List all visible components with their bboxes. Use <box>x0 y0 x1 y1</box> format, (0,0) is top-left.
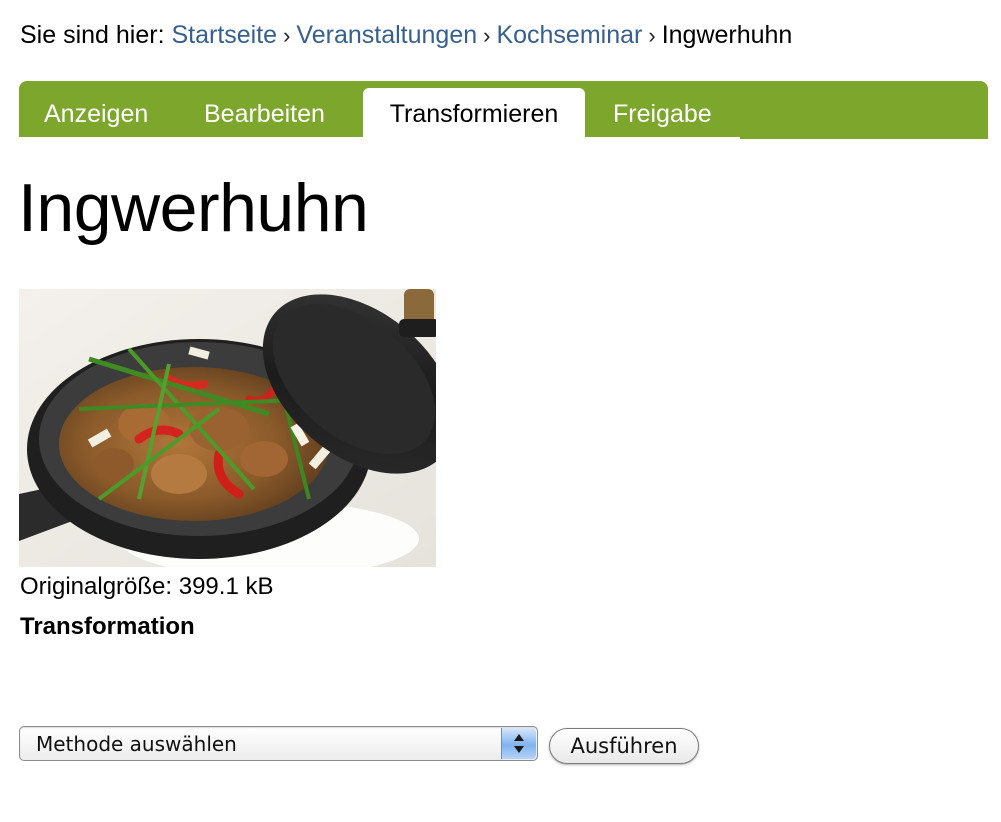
breadcrumb-link-startseite[interactable]: Startseite <box>171 21 277 49</box>
method-select[interactable]: Methode auswählen <box>19 726 538 761</box>
original-size-value: 399.1 kB <box>178 573 274 600</box>
method-select-value: Methode auswählen <box>36 732 237 756</box>
original-size-label: Originalgröße: <box>20 573 173 600</box>
tab-transformieren[interactable]: Transformieren <box>363 88 585 139</box>
page-title: Ingwerhuhn <box>18 170 369 246</box>
breadcrumb-prefix: Sie sind hier: <box>20 21 165 49</box>
execute-button[interactable]: Ausführen <box>549 728 699 764</box>
breadcrumb-link-kochseminar[interactable]: Kochseminar <box>496 21 642 49</box>
tab-bar: Anzeigen Bearbeiten Transformieren Freig… <box>19 81 988 139</box>
page: Sie sind hier: Startseite › Veranstaltunge… <box>0 0 1001 822</box>
tab-freigabe[interactable]: Freigabe <box>613 88 712 139</box>
up-down-chevron-icon <box>501 728 536 759</box>
breadcrumb: Sie sind hier: Startseite › Veranstaltunge… <box>20 19 792 52</box>
food-image <box>19 289 436 567</box>
transformation-heading: Transformation <box>20 613 195 640</box>
breadcrumb-current: Ingwerhuhn <box>661 21 793 49</box>
tab-bearbeiten[interactable]: Bearbeiten <box>204 88 325 139</box>
breadcrumb-separator: › <box>648 23 656 48</box>
original-size: Originalgröße: 399.1 kB <box>20 572 273 602</box>
tab-underline <box>19 137 740 139</box>
breadcrumb-separator: › <box>283 23 291 48</box>
breadcrumb-separator: › <box>483 23 491 48</box>
breadcrumb-link-veranstaltungen[interactable]: Veranstaltungen <box>296 21 477 49</box>
tab-anzeigen[interactable]: Anzeigen <box>44 88 148 139</box>
